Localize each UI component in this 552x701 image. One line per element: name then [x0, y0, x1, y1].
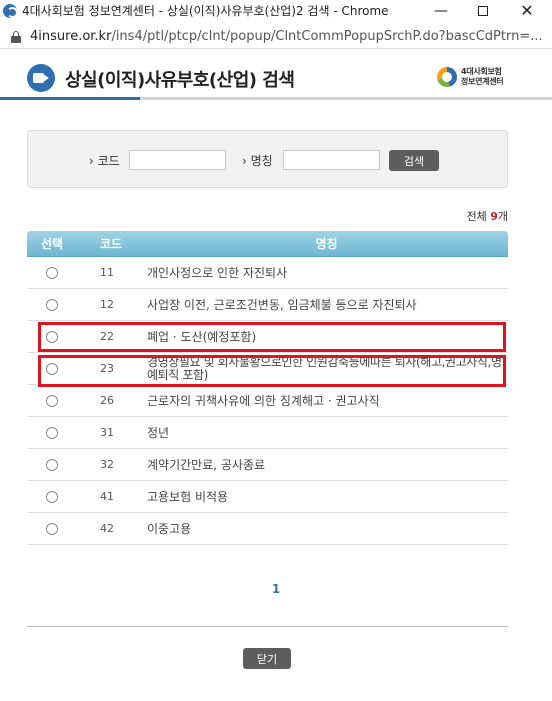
row-name: 정년 [147, 426, 170, 440]
close-button[interactable]: 닫기 [243, 648, 291, 669]
url-text: 4insure.or.kr/ins4/ptl/ptcp/clnt/popup/C… [30, 29, 543, 44]
app-logo-icon [3, 3, 18, 18]
table-row[interactable]: 32 계약기간만료, 공사종료 [27, 449, 508, 481]
header-divider [0, 97, 552, 100]
table-row[interactable]: 11 개인사정으로 인한 자진퇴사 [27, 257, 508, 289]
lock-icon [11, 30, 21, 43]
name-label: › 명칭 [242, 154, 273, 168]
maximize-icon[interactable] [462, 0, 504, 21]
row-code: 11 [100, 266, 114, 279]
brand-line-2: 정보연계센터 [461, 77, 504, 86]
table-row[interactable]: 31 정년 [27, 417, 508, 449]
table-row[interactable]: 42 이중고용 [27, 513, 508, 545]
minimize-icon[interactable]: — [420, 0, 462, 21]
select-radio[interactable] [46, 426, 58, 439]
row-name: 개인사정으로 인한 자진퇴사 [147, 266, 288, 280]
brand-mark-icon [437, 67, 457, 87]
total-suffix: 개 [497, 210, 508, 223]
close-window-icon[interactable]: ✕ [506, 0, 548, 21]
brand-text: 4대사회보험 정보연계센터 [461, 67, 504, 87]
row-code: 31 [100, 426, 114, 439]
select-radio[interactable] [46, 490, 58, 503]
total-prefix: 전체 [466, 210, 487, 223]
row-name: 고용보험 비적용 [147, 490, 229, 504]
popup-title-icon [27, 64, 55, 92]
code-table: 선택 코드 명칭 11 개인사정으로 인한 자진퇴사 12 사업장 이전, 근로… [27, 231, 508, 545]
table-header: 선택 코드 명칭 [27, 231, 508, 257]
brand-line-1: 4대사회보험 [461, 67, 502, 76]
url-path: /ins4/ptl/ptcp/clnt/popup/ClntCommPopupS… [111, 29, 543, 44]
select-radio[interactable] [46, 298, 58, 311]
row-name: 사업장 이전, 근로조건변동, 임금체불 등으로 자진퇴사 [147, 298, 417, 312]
page-link-current[interactable]: 1 [272, 582, 280, 596]
row-code: 42 [100, 522, 114, 535]
table-row[interactable]: 26 근로자의 귀책사유에 의한 징계해고 · 권고사직 [27, 385, 508, 417]
select-radio[interactable] [46, 394, 58, 407]
select-radio[interactable] [46, 458, 58, 471]
select-radio[interactable] [46, 266, 58, 279]
row-name: 근로자의 귀책사유에 의한 징계해고 · 권고사직 [147, 394, 380, 408]
table-row[interactable]: 12 사업장 이전, 근로조건변동, 임금체불 등으로 자진퇴사 [27, 289, 508, 321]
row-code: 12 [100, 298, 114, 311]
footer-divider [27, 626, 508, 627]
search-button[interactable]: 검색 [389, 150, 439, 171]
row-code: 32 [100, 458, 114, 471]
column-header-code: 코드 [99, 237, 123, 251]
total-number: 9 [490, 210, 498, 223]
select-radio[interactable] [46, 522, 58, 535]
total-count: 전체 9개 [466, 208, 508, 224]
column-header-select: 선택 [40, 237, 64, 251]
row-name: 계약기간만료, 공사종료 [147, 458, 266, 472]
code-input[interactable] [129, 150, 226, 170]
address-bar[interactable]: 4insure.or.kr/ins4/ptl/ptcp/clnt/popup/C… [0, 25, 552, 49]
row-code: 26 [100, 394, 114, 407]
url-host: 4insure.or.kr [30, 29, 112, 44]
window-titlebar: 4대사회보험 정보연계센터 - 상실(이직)사유부호(산업)2 검색 - Chr… [0, 0, 552, 21]
window-title: 4대사회보험 정보연계센터 - 상실(이직)사유부호(산업)2 검색 - Chr… [22, 4, 389, 18]
brand-logo: 4대사회보험 정보연계센터 [437, 67, 504, 87]
row-name: 이중고용 [147, 522, 192, 536]
page-header: 상실(이직)사유부호(산업) 검색 4대사회보험 정보연계센터 [0, 56, 552, 99]
page-title: 상실(이직)사유부호(산업) 검색 [65, 70, 295, 91]
row-code: 41 [100, 490, 114, 503]
column-header-name: 명칭 [315, 237, 338, 251]
search-panel: › 코드 › 명칭 검색 [27, 130, 508, 188]
highlight-box-row-23 [38, 355, 506, 387]
name-input[interactable] [283, 150, 380, 170]
highlight-box-row-22 [38, 322, 506, 352]
pagination: 1 [0, 582, 552, 596]
code-label: › 코드 [89, 154, 120, 168]
table-row[interactable]: 41 고용보험 비적용 [27, 481, 508, 513]
